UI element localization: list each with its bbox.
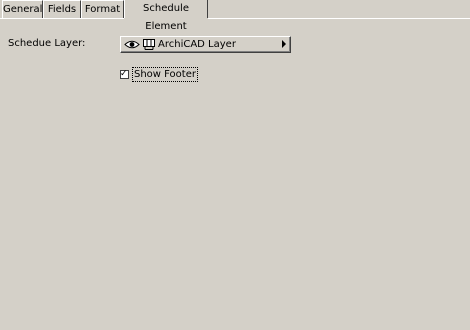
schedule-layer-popup[interactable]: ArchiCAD Layer: [120, 36, 291, 53]
tab-format[interactable]: Format: [81, 0, 124, 18]
tab-schedule-element[interactable]: Schedule Element: [124, 0, 208, 32]
checkmark-icon: ✓: [120, 69, 128, 79]
tab-divider-line: [0, 18, 470, 19]
schedule-layer-value: ArchiCAD Layer: [158, 39, 236, 50]
show-footer-label: Show Footer: [132, 67, 198, 82]
tab-fields[interactable]: Fields: [43, 0, 81, 18]
tab-strip: General Fields Format Schedule Element: [2, 0, 470, 32]
lock-icon: [143, 39, 155, 50]
show-footer-checkbox[interactable]: ✓: [120, 69, 129, 79]
schedule-layer-label: Schedue Layer:: [8, 38, 86, 49]
eye-icon: [124, 40, 140, 49]
tab-general[interactable]: General: [2, 0, 43, 18]
arrow-right-icon: [282, 40, 286, 48]
